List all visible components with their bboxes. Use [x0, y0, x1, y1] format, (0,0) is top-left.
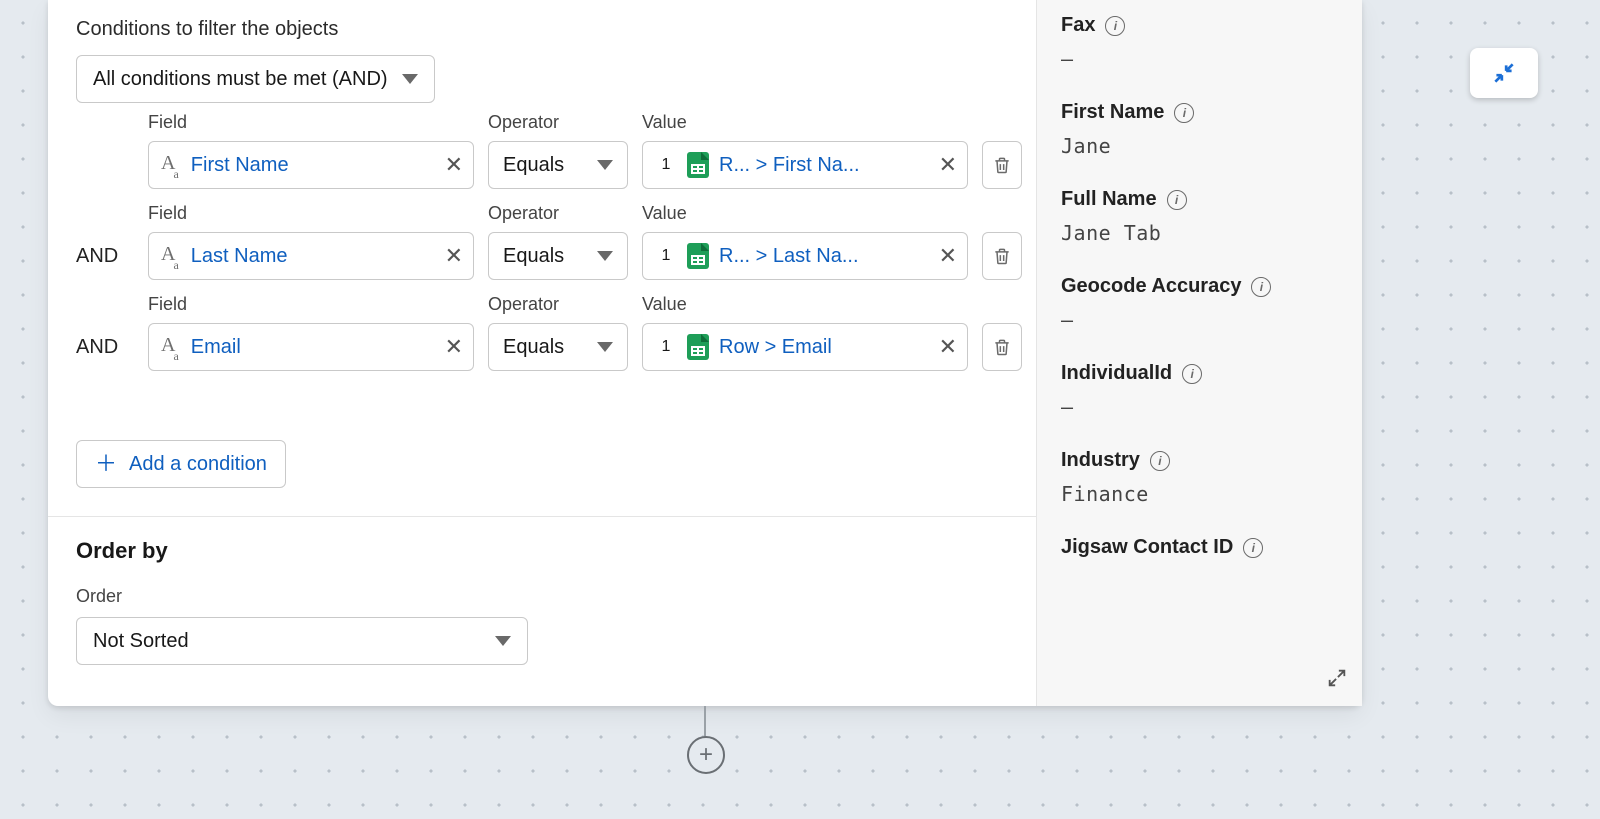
add-step-button[interactable]: + — [687, 736, 725, 774]
clear-field-icon[interactable]: ✕ — [445, 336, 463, 358]
side-field-value: – — [1061, 308, 1338, 332]
add-condition-button[interactable]: ＋ Add a condition — [76, 440, 286, 488]
sheets-icon — [687, 152, 709, 178]
info-icon[interactable] — [1182, 364, 1202, 384]
condition-column-headers: Field Operator Value — [76, 203, 1008, 224]
side-field-label: First Name — [1061, 101, 1164, 124]
step-index: 1 — [655, 153, 677, 177]
operator-value: Equals — [503, 154, 564, 177]
chevron-down-icon — [495, 636, 511, 646]
side-field: Full Name Jane Tab — [1061, 188, 1338, 245]
text-type-icon: Aa — [161, 334, 181, 360]
side-field-value: Jane Tab — [1061, 221, 1338, 245]
value-path: R... > Last Na... — [719, 245, 859, 268]
clear-value-icon[interactable]: ✕ — [939, 154, 957, 176]
field-picker[interactable]: Aa First Name ✕ — [148, 141, 474, 189]
chevron-down-icon — [597, 160, 613, 170]
step-index: 1 — [655, 335, 677, 359]
field-name: First Name — [191, 154, 289, 177]
side-field: Geocode Accuracy – — [1061, 275, 1338, 332]
plus-icon: + — [699, 743, 713, 767]
condition-row: AND Aa Email ✕ Equals 1 Row > Email — [76, 323, 1008, 371]
clear-field-icon[interactable]: ✕ — [445, 154, 463, 176]
logic-mode-select[interactable]: All conditions must be met (AND) — [76, 55, 435, 103]
operator-select[interactable]: Equals — [488, 141, 628, 189]
header-operator: Operator — [488, 112, 628, 133]
sheets-icon — [687, 334, 709, 360]
order-label: Order — [76, 586, 1008, 607]
workflow-canvas[interactable]: Conditions to filter the objects All con… — [0, 0, 1600, 819]
order-select[interactable]: Not Sorted — [76, 617, 528, 665]
side-field: Industry Finance — [1061, 449, 1338, 506]
info-icon[interactable] — [1167, 190, 1187, 210]
clear-value-icon[interactable]: ✕ — [939, 336, 957, 358]
orderby-heading: Order by — [76, 538, 1008, 564]
side-field: Fax – — [1061, 14, 1338, 71]
field-name: Last Name — [191, 245, 288, 268]
conditions-heading: Conditions to filter the objects — [76, 18, 1008, 41]
step-index: 1 — [655, 244, 677, 268]
side-field-label: Fax — [1061, 14, 1095, 37]
info-icon[interactable] — [1105, 16, 1125, 36]
side-field-label: Industry — [1061, 449, 1140, 472]
config-card: Conditions to filter the objects All con… — [48, 0, 1362, 706]
chevron-down-icon — [402, 74, 418, 84]
text-type-icon: Aa — [161, 152, 181, 178]
delete-condition-button[interactable] — [982, 141, 1022, 189]
condition-row: AND Aa Last Name ✕ Equals 1 R... > Last … — [76, 232, 1008, 280]
side-field-value: – — [1061, 47, 1338, 71]
logic-mode-selected: All conditions must be met (AND) — [93, 68, 388, 91]
side-field-value: Finance — [1061, 482, 1338, 506]
condition-column-headers: Field Operator Value — [76, 294, 1008, 315]
conditions-pane: Conditions to filter the objects All con… — [48, 0, 1036, 706]
operator-select[interactable]: Equals — [488, 232, 628, 280]
side-field: Jigsaw Contact ID — [1061, 536, 1338, 559]
sheets-icon — [687, 243, 709, 269]
operator-value: Equals — [503, 245, 564, 268]
logic-joiner: AND — [76, 245, 134, 268]
condition-column-headers: Field Operator Value — [76, 112, 1008, 133]
add-condition-label: Add a condition — [129, 453, 267, 476]
order-selected: Not Sorted — [93, 630, 189, 653]
header-value: Value — [642, 112, 968, 133]
side-field-label: Geocode Accuracy — [1061, 275, 1241, 298]
side-field: IndividualId – — [1061, 362, 1338, 419]
side-field-value: Jane — [1061, 134, 1338, 158]
header-field: Field — [148, 112, 474, 133]
field-picker[interactable]: Aa Email ✕ — [148, 323, 474, 371]
field-picker[interactable]: Aa Last Name ✕ — [148, 232, 474, 280]
delete-condition-button[interactable] — [982, 323, 1022, 371]
info-icon[interactable] — [1150, 451, 1170, 471]
side-panel: Fax – First Name Jane Full Name Jane Tab… — [1036, 0, 1362, 706]
operator-select[interactable]: Equals — [488, 323, 628, 371]
clear-value-icon[interactable]: ✕ — [939, 245, 957, 267]
info-icon[interactable] — [1174, 103, 1194, 123]
plus-icon: ＋ — [95, 453, 117, 475]
clear-field-icon[interactable]: ✕ — [445, 245, 463, 267]
value-picker[interactable]: 1 Row > Email ✕ — [642, 323, 968, 371]
value-picker[interactable]: 1 R... > Last Na... ✕ — [642, 232, 968, 280]
section-divider — [48, 516, 1036, 517]
operator-value: Equals — [503, 336, 564, 359]
value-path: Row > Email — [719, 336, 832, 359]
logic-joiner: AND — [76, 336, 134, 359]
value-path: R... > First Na... — [719, 154, 860, 177]
delete-condition-button[interactable] — [982, 232, 1022, 280]
field-name: Email — [191, 336, 241, 359]
text-type-icon: Aa — [161, 243, 181, 269]
side-field-value: – — [1061, 395, 1338, 419]
expand-panel-button[interactable] — [1326, 667, 1348, 694]
side-field: First Name Jane — [1061, 101, 1338, 158]
side-field-label: Jigsaw Contact ID — [1061, 536, 1233, 559]
chevron-down-icon — [597, 251, 613, 261]
info-icon[interactable] — [1243, 538, 1263, 558]
chevron-down-icon — [597, 342, 613, 352]
collapse-panel-button[interactable] — [1470, 48, 1538, 98]
value-picker[interactable]: 1 R... > First Na... ✕ — [642, 141, 968, 189]
condition-row: Aa First Name ✕ Equals 1 R... > First Na… — [76, 141, 1008, 189]
side-field-label: Full Name — [1061, 188, 1157, 211]
side-field-label: IndividualId — [1061, 362, 1172, 385]
info-icon[interactable] — [1251, 277, 1271, 297]
